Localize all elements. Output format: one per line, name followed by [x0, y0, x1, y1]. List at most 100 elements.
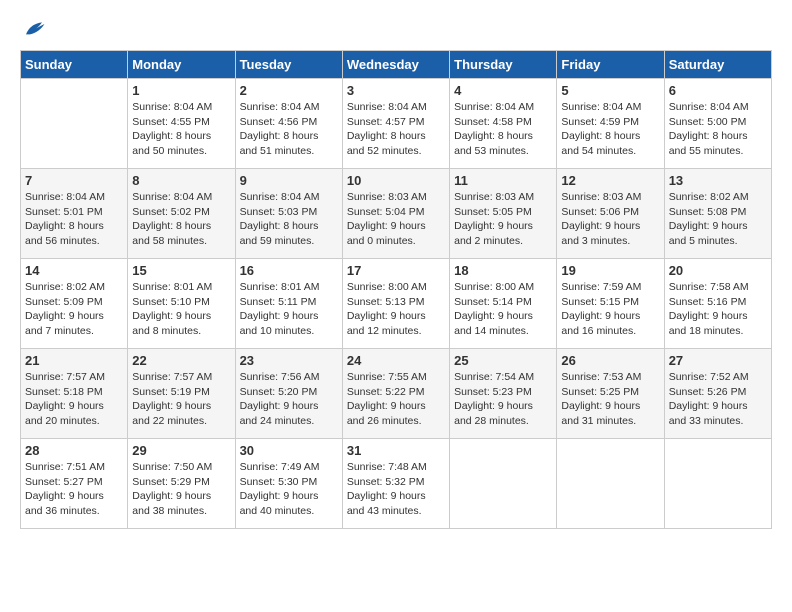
calendar-cell: 8 Sunrise: 8:04 AMSunset: 5:02 PMDaylight… — [128, 169, 235, 259]
day-info: Sunrise: 7:50 AMSunset: 5:29 PMDaylight:… — [132, 460, 230, 519]
day-info: Sunrise: 8:04 AMSunset: 5:01 PMDaylight:… — [25, 190, 123, 249]
logo — [20, 20, 46, 40]
day-info: Sunrise: 8:02 AMSunset: 5:08 PMDaylight:… — [669, 190, 767, 249]
day-info: Sunrise: 8:03 AMSunset: 5:05 PMDaylight:… — [454, 190, 552, 249]
logo-bird-icon — [22, 20, 46, 40]
day-info: Sunrise: 8:01 AMSunset: 5:11 PMDaylight:… — [240, 280, 338, 339]
day-number: 17 — [347, 263, 445, 278]
day-number: 11 — [454, 173, 552, 188]
day-number: 1 — [132, 83, 230, 98]
day-info: Sunrise: 7:52 AMSunset: 5:26 PMDaylight:… — [669, 370, 767, 429]
calendar-cell: 9Sunrise: 8:04 AMSunset: 5:03 PMDaylight… — [235, 169, 342, 259]
day-info: Sunrise: 7:58 AMSunset: 5:16 PMDaylight:… — [669, 280, 767, 339]
calendar-cell: 7 Sunrise: 8:04 AMSunset: 5:01 PMDaylight… — [21, 169, 128, 259]
weekday-header-saturday: Saturday — [664, 51, 771, 79]
calendar-cell — [664, 439, 771, 529]
calendar-cell: 23 Sunrise: 7:56 AMSunset: 5:20 PMDayligh… — [235, 349, 342, 439]
calendar-cell: 28 Sunrise: 7:51 AMSunset: 5:27 PMDayligh… — [21, 439, 128, 529]
week-row-3: 14Sunrise: 8:02 AMSunset: 5:09 PMDayligh… — [21, 259, 772, 349]
weekday-header-friday: Friday — [557, 51, 664, 79]
day-number: 10 — [347, 173, 445, 188]
calendar-cell: 14Sunrise: 8:02 AMSunset: 5:09 PMDayligh… — [21, 259, 128, 349]
day-number: 5 — [561, 83, 659, 98]
day-info: Sunrise: 8:00 AMSunset: 5:14 PMDaylight:… — [454, 280, 552, 339]
day-number: 7 — [25, 173, 123, 188]
week-row-4: 21Sunrise: 7:57 AMSunset: 5:18 PMDayligh… — [21, 349, 772, 439]
day-number: 18 — [454, 263, 552, 278]
page-header — [20, 20, 772, 40]
calendar-cell: 17 Sunrise: 8:00 AMSunset: 5:13 PMDayligh… — [342, 259, 449, 349]
day-info: Sunrise: 7:49 AMSunset: 5:30 PMDaylight:… — [240, 460, 338, 519]
day-number: 24 — [347, 353, 445, 368]
day-number: 20 — [669, 263, 767, 278]
weekday-header-wednesday: Wednesday — [342, 51, 449, 79]
day-info: Sunrise: 8:04 AMSunset: 4:59 PMDaylight:… — [561, 100, 659, 159]
calendar-cell: 10Sunrise: 8:03 AMSunset: 5:04 PMDayligh… — [342, 169, 449, 259]
day-number: 15 — [132, 263, 230, 278]
day-number: 23 — [240, 353, 338, 368]
day-number: 9 — [240, 173, 338, 188]
calendar-cell: 22 Sunrise: 7:57 AMSunset: 5:19 PMDayligh… — [128, 349, 235, 439]
calendar-cell: 3 Sunrise: 8:04 AMSunset: 4:57 PMDaylight… — [342, 79, 449, 169]
day-info: Sunrise: 7:54 AMSunset: 5:23 PMDaylight:… — [454, 370, 552, 429]
day-info: Sunrise: 8:04 AMSunset: 4:55 PMDaylight:… — [132, 100, 230, 159]
day-info: Sunrise: 7:56 AMSunset: 5:20 PMDaylight:… — [240, 370, 338, 429]
day-info: Sunrise: 7:57 AMSunset: 5:19 PMDaylight:… — [132, 370, 230, 429]
calendar-cell: 12 Sunrise: 8:03 AMSunset: 5:06 PMDayligh… — [557, 169, 664, 259]
calendar-cell: 4 Sunrise: 8:04 AMSunset: 4:58 PMDaylight… — [450, 79, 557, 169]
calendar-cell: 16 Sunrise: 8:01 AMSunset: 5:11 PMDayligh… — [235, 259, 342, 349]
calendar-cell: 20 Sunrise: 7:58 AMSunset: 5:16 PMDayligh… — [664, 259, 771, 349]
weekday-header-tuesday: Tuesday — [235, 51, 342, 79]
day-number: 19 — [561, 263, 659, 278]
weekday-header-monday: Monday — [128, 51, 235, 79]
day-number: 27 — [669, 353, 767, 368]
calendar-cell: 2Sunrise: 8:04 AMSunset: 4:56 PMDaylight… — [235, 79, 342, 169]
day-info: Sunrise: 7:55 AMSunset: 5:22 PMDaylight:… — [347, 370, 445, 429]
calendar-cell: 1 Sunrise: 8:04 AMSunset: 4:55 PMDaylight… — [128, 79, 235, 169]
day-number: 22 — [132, 353, 230, 368]
day-number: 26 — [561, 353, 659, 368]
calendar-cell: 30 Sunrise: 7:49 AMSunset: 5:30 PMDayligh… — [235, 439, 342, 529]
day-number: 16 — [240, 263, 338, 278]
calendar-cell: 19 Sunrise: 7:59 AMSunset: 5:15 PMDayligh… — [557, 259, 664, 349]
day-number: 25 — [454, 353, 552, 368]
calendar-cell: 15Sunrise: 8:01 AMSunset: 5:10 PMDayligh… — [128, 259, 235, 349]
calendar-cell — [450, 439, 557, 529]
calendar-table: SundayMondayTuesdayWednesdayThursdayFrid… — [20, 50, 772, 529]
calendar-cell: 27 Sunrise: 7:52 AMSunset: 5:26 PMDayligh… — [664, 349, 771, 439]
calendar-cell: 26 Sunrise: 7:53 AMSunset: 5:25 PMDayligh… — [557, 349, 664, 439]
day-info: Sunrise: 8:04 AMSunset: 4:56 PMDaylight:… — [240, 100, 338, 159]
calendar-cell: 25 Sunrise: 7:54 AMSunset: 5:23 PMDayligh… — [450, 349, 557, 439]
day-info: Sunrise: 8:00 AMSunset: 5:13 PMDaylight:… — [347, 280, 445, 339]
day-info: Sunrise: 7:51 AMSunset: 5:27 PMDaylight:… — [25, 460, 123, 519]
day-number: 4 — [454, 83, 552, 98]
day-info: Sunrise: 8:02 AMSunset: 5:09 PMDaylight:… — [25, 280, 123, 339]
day-number: 12 — [561, 173, 659, 188]
day-info: Sunrise: 8:04 AMSunset: 4:58 PMDaylight:… — [454, 100, 552, 159]
calendar-cell: 21Sunrise: 7:57 AMSunset: 5:18 PMDayligh… — [21, 349, 128, 439]
day-info: Sunrise: 8:03 AMSunset: 5:06 PMDaylight:… — [561, 190, 659, 249]
week-row-2: 7 Sunrise: 8:04 AMSunset: 5:01 PMDaylight… — [21, 169, 772, 259]
calendar-cell: 29Sunrise: 7:50 AMSunset: 5:29 PMDayligh… — [128, 439, 235, 529]
calendar-cell: 5 Sunrise: 8:04 AMSunset: 4:59 PMDaylight… — [557, 79, 664, 169]
day-info: Sunrise: 8:04 AMSunset: 5:00 PMDaylight:… — [669, 100, 767, 159]
day-info: Sunrise: 7:59 AMSunset: 5:15 PMDaylight:… — [561, 280, 659, 339]
day-info: Sunrise: 8:04 AMSunset: 5:02 PMDaylight:… — [132, 190, 230, 249]
day-info: Sunrise: 7:48 AMSunset: 5:32 PMDaylight:… — [347, 460, 445, 519]
day-number: 13 — [669, 173, 767, 188]
day-number: 31 — [347, 443, 445, 458]
calendar-cell: 6Sunrise: 8:04 AMSunset: 5:00 PMDaylight… — [664, 79, 771, 169]
day-number: 30 — [240, 443, 338, 458]
day-number: 8 — [132, 173, 230, 188]
day-info: Sunrise: 8:04 AMSunset: 4:57 PMDaylight:… — [347, 100, 445, 159]
day-info: Sunrise: 7:53 AMSunset: 5:25 PMDaylight:… — [561, 370, 659, 429]
calendar-cell — [21, 79, 128, 169]
day-number: 3 — [347, 83, 445, 98]
weekday-header-sunday: Sunday — [21, 51, 128, 79]
week-row-5: 28 Sunrise: 7:51 AMSunset: 5:27 PMDayligh… — [21, 439, 772, 529]
day-number: 28 — [25, 443, 123, 458]
calendar-cell: 11 Sunrise: 8:03 AMSunset: 5:05 PMDayligh… — [450, 169, 557, 259]
weekday-header-row: SundayMondayTuesdayWednesdayThursdayFrid… — [21, 51, 772, 79]
calendar-cell: 13 Sunrise: 8:02 AMSunset: 5:08 PMDayligh… — [664, 169, 771, 259]
calendar-cell — [557, 439, 664, 529]
